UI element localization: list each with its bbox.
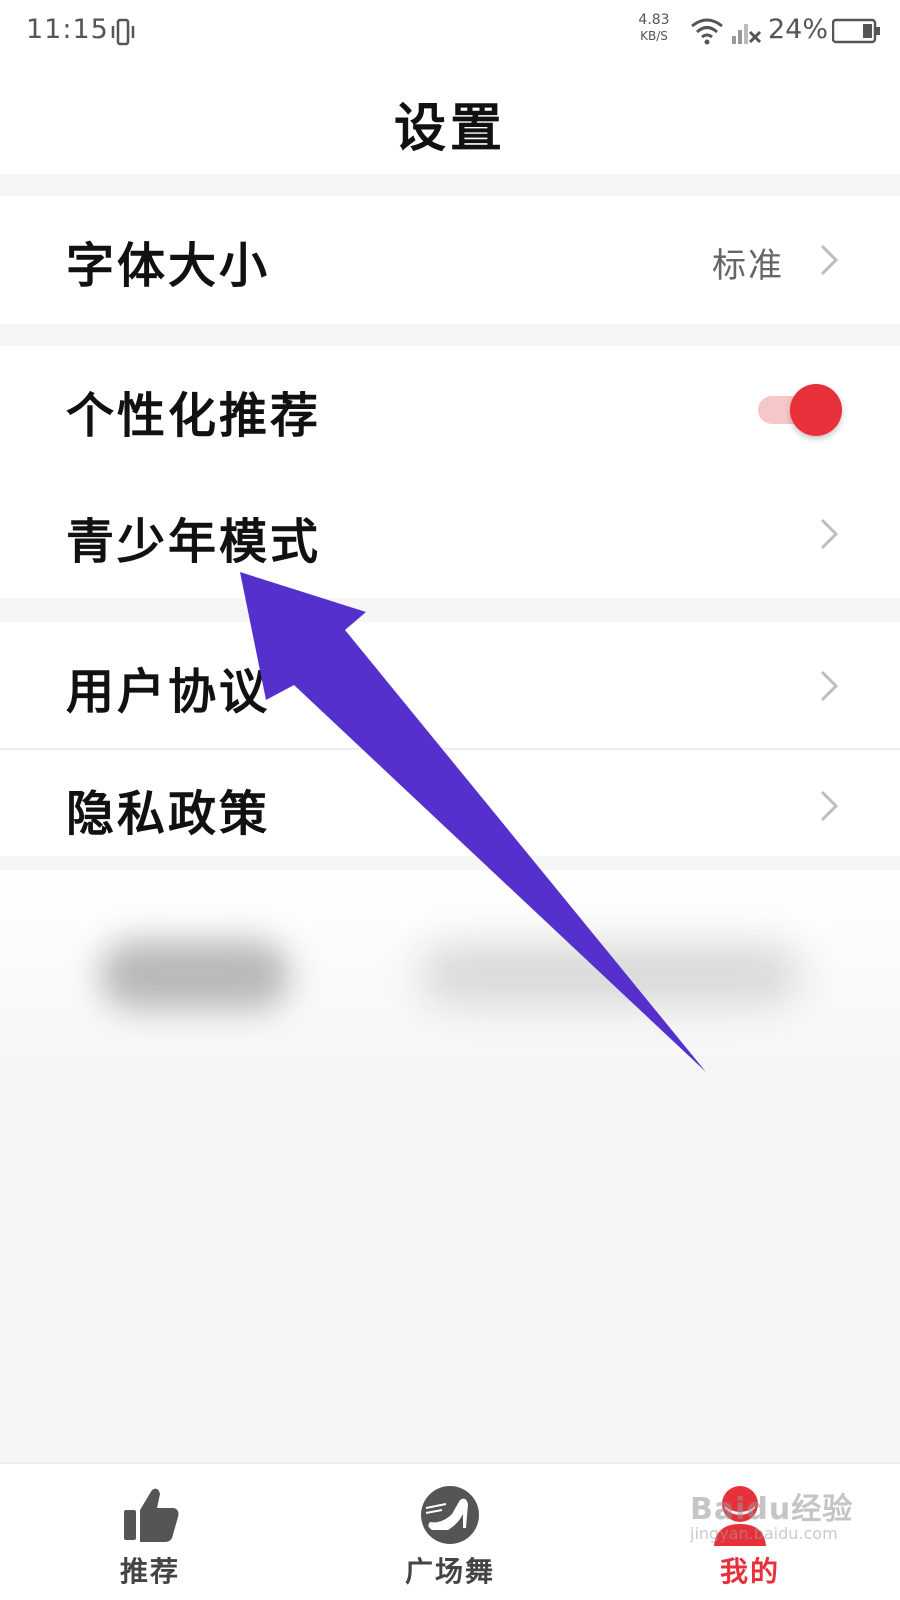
blurred-content [420,945,800,1005]
chevron-right-icon [820,244,839,276]
wifi-icon [691,18,723,45]
status-bar: 11:15 4.83 KB/S 24% [0,0,900,66]
nav-label-recommend: 推荐 [119,1555,180,1588]
user-agreement-label: 用户协议 [66,664,271,720]
personalized-recommend-label: 个性化推荐 [66,388,322,444]
user-agreement-row[interactable]: 用户协议 [0,622,900,748]
font-size-row[interactable]: 字体大小 标准 [0,196,900,324]
toggle-knob [790,384,842,436]
privacy-policy-label: 隐私政策 [66,786,271,842]
nav-label-square-dance: 广场舞 [404,1555,495,1588]
chevron-right-icon [820,518,839,550]
personalized-recommend-toggle[interactable] [758,384,842,436]
nav-label-mine: 我的 [719,1555,780,1588]
battery-icon [832,18,880,44]
watermark-url: jingyan.baidu.com [690,1524,838,1543]
font-size-value: 标准 [712,246,784,286]
watermark: Baidu经验 [690,1492,854,1527]
nav-item-square-dance[interactable]: 广场舞 [300,1464,600,1600]
network-speed: 4.83 KB/S [628,12,680,44]
signal-icon [732,24,762,44]
privacy-policy-row[interactable]: 隐私政策 [0,750,900,856]
teen-mode-row[interactable]: 青少年模式 [0,474,900,598]
font-size-label: 字体大小 [66,238,271,294]
section-preferences: 个性化推荐 青少年模式 [0,346,900,598]
network-speed-value: 4.83 [638,12,670,28]
blurred-content [100,940,290,1010]
chevron-right-icon [820,790,839,822]
thumbs-up-icon [124,1488,179,1542]
teen-mode-label: 青少年模式 [66,514,322,570]
section-legal: 用户协议 隐私政策 [0,622,900,856]
high-heel-icon [421,1486,479,1544]
network-speed-unit: KB/S [640,29,668,43]
battery-percentage: 24% [768,14,829,45]
chevron-right-icon [820,670,839,702]
page-title: 设置 [393,98,506,159]
vibrate-icon [111,18,135,46]
section-display: 字体大小 标准 [0,196,900,324]
status-time: 11:15 [26,14,109,45]
personalized-recommend-row: 个性化推荐 [0,346,900,474]
header: 设置 [0,66,900,174]
nav-item-recommend[interactable]: 推荐 [0,1464,300,1600]
